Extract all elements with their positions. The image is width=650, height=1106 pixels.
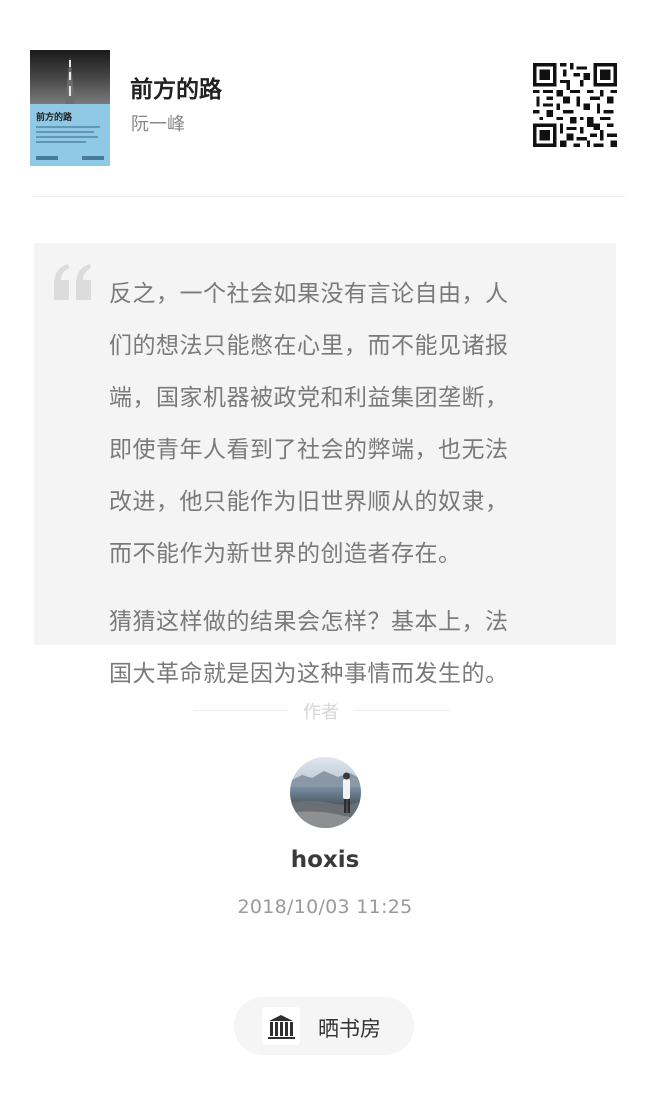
quote-line: 改进，他只能作为旧世界顺从的奴隶，	[109, 489, 509, 515]
divider-right	[354, 710, 449, 711]
cover-road-line	[69, 72, 71, 80]
author-section-header: 作者	[193, 698, 449, 724]
publisher-logo	[36, 156, 58, 160]
avatar[interactable]	[290, 757, 361, 828]
book-title[interactable]: 前方的路	[130, 70, 222, 104]
quote-text: 反之，一个社会如果没有言论自由，人 们的想法只能憋在心里，而不能见诸报 端，国家…	[109, 268, 575, 700]
bookshelf-icon	[262, 1007, 300, 1045]
qr-code-icon[interactable]	[533, 63, 617, 147]
quote-line: 而不能作为新世界的创造者存在。	[109, 541, 462, 567]
share-bookshelf-label: 晒书房	[318, 1017, 381, 1041]
quote-line: 猜猜这样做的结果会怎样？基本上，法	[109, 609, 509, 635]
cover-text-line	[36, 141, 86, 143]
cover-road-line	[69, 86, 71, 96]
book-cover[interactable]: 前方的路	[30, 50, 110, 166]
cover-road-line	[69, 60, 71, 67]
cover-text-line	[36, 136, 98, 138]
quote-line: 们的想法只能憋在心里，而不能见诸报	[109, 333, 509, 359]
author-section-label: 作者	[303, 702, 339, 723]
author-username[interactable]: hoxis	[0, 847, 650, 873]
cover-text-line	[36, 126, 100, 128]
quote-line: 反之，一个社会如果没有言论自由，人	[109, 281, 509, 307]
quote-mark-icon	[54, 264, 91, 300]
cover-title: 前方的路	[36, 113, 73, 123]
share-bookshelf-button[interactable]: 晒书房	[234, 997, 414, 1055]
publisher-logo	[82, 156, 104, 160]
cover-text-line	[36, 131, 94, 133]
header-divider	[33, 196, 625, 197]
quote-line: 即使青年人看到了社会的弊端，也无法	[109, 437, 509, 463]
publish-timestamp: 2018/10/03 11:25	[237, 896, 413, 918]
quote-line: 端，国家机器被政党和利益集团垄断，	[109, 385, 509, 411]
quote-line: 国大革命就是因为这种事情而发生的。	[109, 661, 509, 687]
book-author: 阮一峰	[131, 114, 185, 135]
